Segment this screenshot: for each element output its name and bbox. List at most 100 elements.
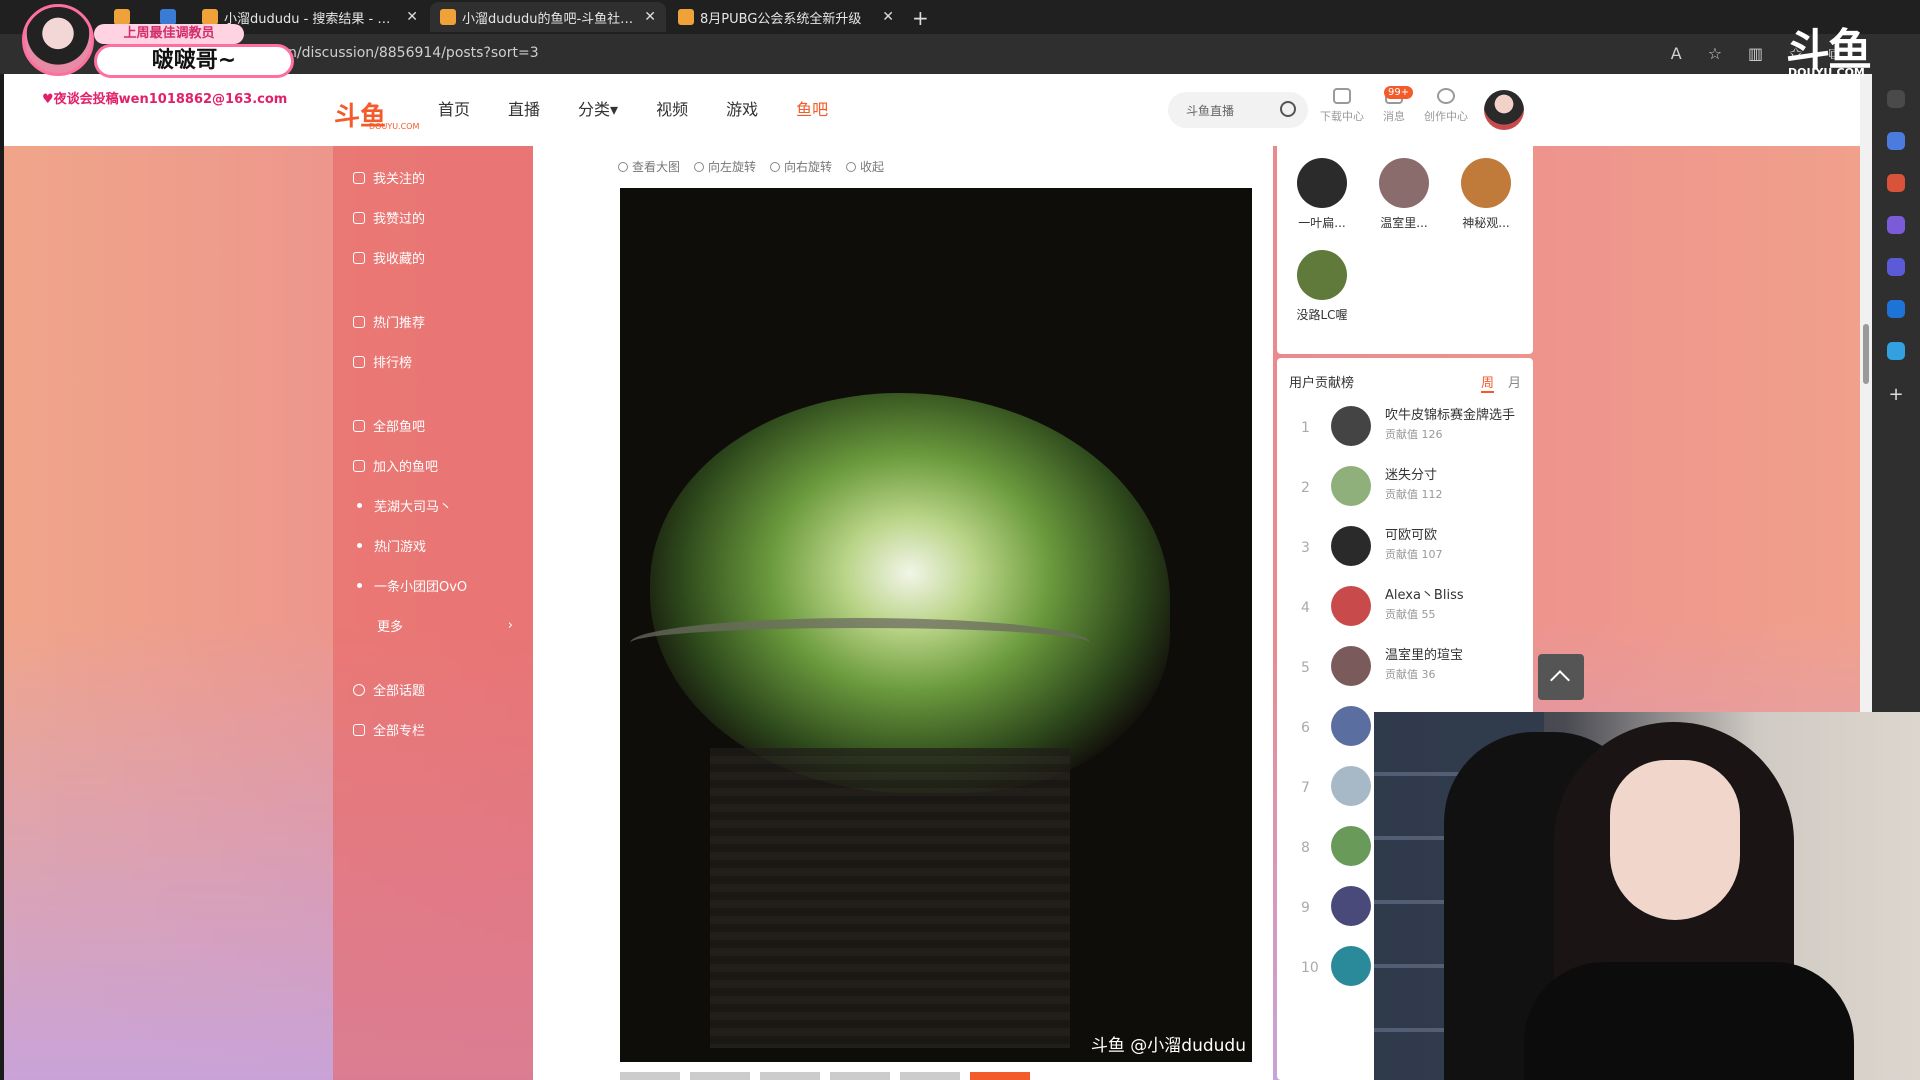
tab-pubg[interactable]: 8月PUBG公会系统全新升级 ✕ xyxy=(668,2,904,32)
home-icon xyxy=(353,419,365,432)
cam-shirt xyxy=(1524,962,1854,1080)
fan-item[interactable]: 一叶扁... xyxy=(1289,158,1355,231)
sidebar-item-more[interactable]: 更多 › xyxy=(377,616,513,635)
download-icon xyxy=(1333,88,1351,104)
thumbnail[interactable] xyxy=(900,1072,960,1080)
search-icon[interactable] xyxy=(1887,90,1905,108)
scrollbar-thumb[interactable] xyxy=(1863,324,1869,384)
thumbnail[interactable] xyxy=(760,1072,820,1080)
outlook-icon[interactable] xyxy=(1887,300,1905,318)
avatar xyxy=(1331,706,1371,746)
download-center-button[interactable]: 下载中心 xyxy=(1314,88,1370,124)
hashtag-icon xyxy=(353,683,365,696)
sidebar-item-joined[interactable]: 加入的鱼吧 xyxy=(353,456,513,475)
heart-icon xyxy=(353,171,365,184)
overlay-badge: 上周最佳调教员 xyxy=(94,24,244,44)
rank-row[interactable]: 4 Alexa丶Bliss 贡献值 55 xyxy=(1289,580,1525,640)
sidebar-item-joined-1[interactable]: 芜湖大司马丶 xyxy=(353,496,513,515)
sidebar-item-hot[interactable]: 热门推荐 xyxy=(353,312,513,331)
sidebar-item-followed[interactable]: 我关注的 xyxy=(353,168,513,187)
close-icon[interactable]: ✕ xyxy=(406,9,418,25)
rank-row[interactable]: 2 迷失分寸 贡献值 112 xyxy=(1289,460,1525,520)
favorite-star-icon[interactable]: ☆ xyxy=(1708,44,1722,64)
avatar xyxy=(1331,646,1371,686)
read-aloud-icon[interactable]: A xyxy=(1671,44,1682,64)
thumbnail[interactable] xyxy=(620,1072,680,1080)
nav-games[interactable]: 游戏 xyxy=(726,96,758,120)
sidebar-item-all-fishbar[interactable]: 全部鱼吧 xyxy=(353,416,513,435)
send-icon[interactable] xyxy=(1887,342,1905,360)
tag-icon[interactable] xyxy=(1887,132,1905,150)
douyu-favicon-icon xyxy=(202,9,218,25)
add-icon[interactable]: + xyxy=(1887,384,1905,405)
split-screen-icon[interactable]: ▥ xyxy=(1748,44,1763,64)
photo-bridge xyxy=(630,618,1090,668)
tab-week[interactable]: 周 xyxy=(1480,372,1494,393)
sidebar-item-joined-3[interactable]: 一条小团团OvO xyxy=(353,576,513,595)
search-icon[interactable] xyxy=(1280,101,1296,117)
nav-fishbar[interactable]: 鱼吧 xyxy=(796,96,828,120)
nav-category[interactable]: 分类▾ xyxy=(578,96,618,120)
document-icon xyxy=(353,723,365,736)
post-image-viewer: 查看大图 向左旋转 向右旋转 收起 斗鱼 @小溜dududu xyxy=(533,146,1273,1080)
overlay-email: ♥夜谈会投稿wen1018862@163.com xyxy=(38,88,292,107)
toolbox-icon[interactable] xyxy=(1887,174,1905,192)
collapse-button[interactable]: 收起 xyxy=(846,158,884,175)
rank-row[interactable]: 3 可欧可欧 贡献值 107 xyxy=(1289,520,1525,580)
photo-cave-opening xyxy=(650,393,1170,793)
sidebar-item-joined-2[interactable]: 热门游戏 xyxy=(353,536,513,555)
avatar xyxy=(1379,158,1429,208)
nav-video[interactable]: 视频 xyxy=(656,96,688,120)
douyu-logo-sub: DOUYU.COM xyxy=(369,122,420,131)
close-icon[interactable]: ✕ xyxy=(882,9,894,25)
fan-item[interactable]: 神秘观... xyxy=(1453,158,1519,231)
calendar-icon xyxy=(160,9,176,25)
rotate-right-button[interactable]: 向右旋转 xyxy=(770,158,832,175)
rank-tabs: 周 月 xyxy=(1480,372,1521,393)
site-header: 斗鱼 DOUYU.COM 首页 直播 分类▾ 视频 游戏 鱼吧 斗鱼直播 下载中… xyxy=(4,74,1860,146)
photo-watermark: 斗鱼 @小溜dududu xyxy=(1090,1036,1246,1056)
avatar xyxy=(1297,158,1347,208)
fan-item[interactable]: 温室里... xyxy=(1371,158,1437,231)
copilot-icon[interactable] xyxy=(1887,258,1905,276)
cam-face xyxy=(1610,760,1740,920)
nav-live[interactable]: 直播 xyxy=(508,96,540,120)
rank-row[interactable]: 5 温室里的瑄宝 贡献值 36 xyxy=(1289,640,1525,700)
tab-month[interactable]: 月 xyxy=(1508,372,1521,393)
cave-photo[interactable]: 斗鱼 @小溜dududu xyxy=(620,188,1252,1062)
close-icon[interactable]: ✕ xyxy=(644,9,656,25)
collapse-icon xyxy=(846,161,857,172)
flame-icon xyxy=(353,315,365,328)
fans-card: 一叶扁... 温室里... 神秘观... 没路LC喔 xyxy=(1277,146,1533,354)
avatar xyxy=(1331,886,1371,926)
thumbnail[interactable] xyxy=(830,1072,890,1080)
star-icon xyxy=(353,251,365,264)
new-tab-button[interactable]: + xyxy=(912,6,929,30)
sidebar-item-topics[interactable]: 全部话题 xyxy=(353,680,513,699)
rotate-right-icon xyxy=(770,161,781,172)
nav-home[interactable]: 首页 xyxy=(438,96,470,120)
avatar xyxy=(1331,826,1371,866)
douyu-favicon-icon xyxy=(440,9,456,25)
sidebar-item-favorited[interactable]: 我收藏的 xyxy=(353,248,513,267)
fan-item[interactable]: 没路LC喔 xyxy=(1289,250,1355,323)
thumbnail[interactable] xyxy=(690,1072,750,1080)
sidebar-item-columns[interactable]: 全部专栏 xyxy=(353,720,513,739)
creator-center-button[interactable]: 创作中心 xyxy=(1418,88,1474,124)
search-input[interactable]: 斗鱼直播 xyxy=(1168,92,1308,128)
thumbnail-active[interactable] xyxy=(970,1072,1030,1080)
avatar xyxy=(1461,158,1511,208)
sidebar-item-ranking[interactable]: 排行榜 xyxy=(353,352,513,371)
user-icon[interactable] xyxy=(1887,216,1905,234)
rank-row[interactable]: 1 吹牛皮锦标赛金牌选手 贡献值 126 xyxy=(1289,400,1525,460)
left-sidebar: 我关注的 我赞过的 我收藏的 热门推荐 排行榜 全部鱼吧 加入的鱼吧 芜湖大司马… xyxy=(333,146,533,1080)
user-avatar[interactable] xyxy=(1484,90,1524,130)
url-text: n/discussion/8856914/posts?sort=3 xyxy=(288,45,539,61)
tab-fishbar[interactable]: 小溜dududu的鱼吧-斗鱼社区,直 ✕ xyxy=(430,2,666,32)
photo-stairs xyxy=(710,748,1070,1048)
sidebar-item-liked[interactable]: 我赞过的 xyxy=(353,208,513,227)
view-large-button[interactable]: 查看大图 xyxy=(618,158,680,175)
back-to-top-button[interactable] xyxy=(1538,654,1584,700)
bulb-icon xyxy=(1437,88,1455,104)
rotate-left-button[interactable]: 向左旋转 xyxy=(694,158,756,175)
